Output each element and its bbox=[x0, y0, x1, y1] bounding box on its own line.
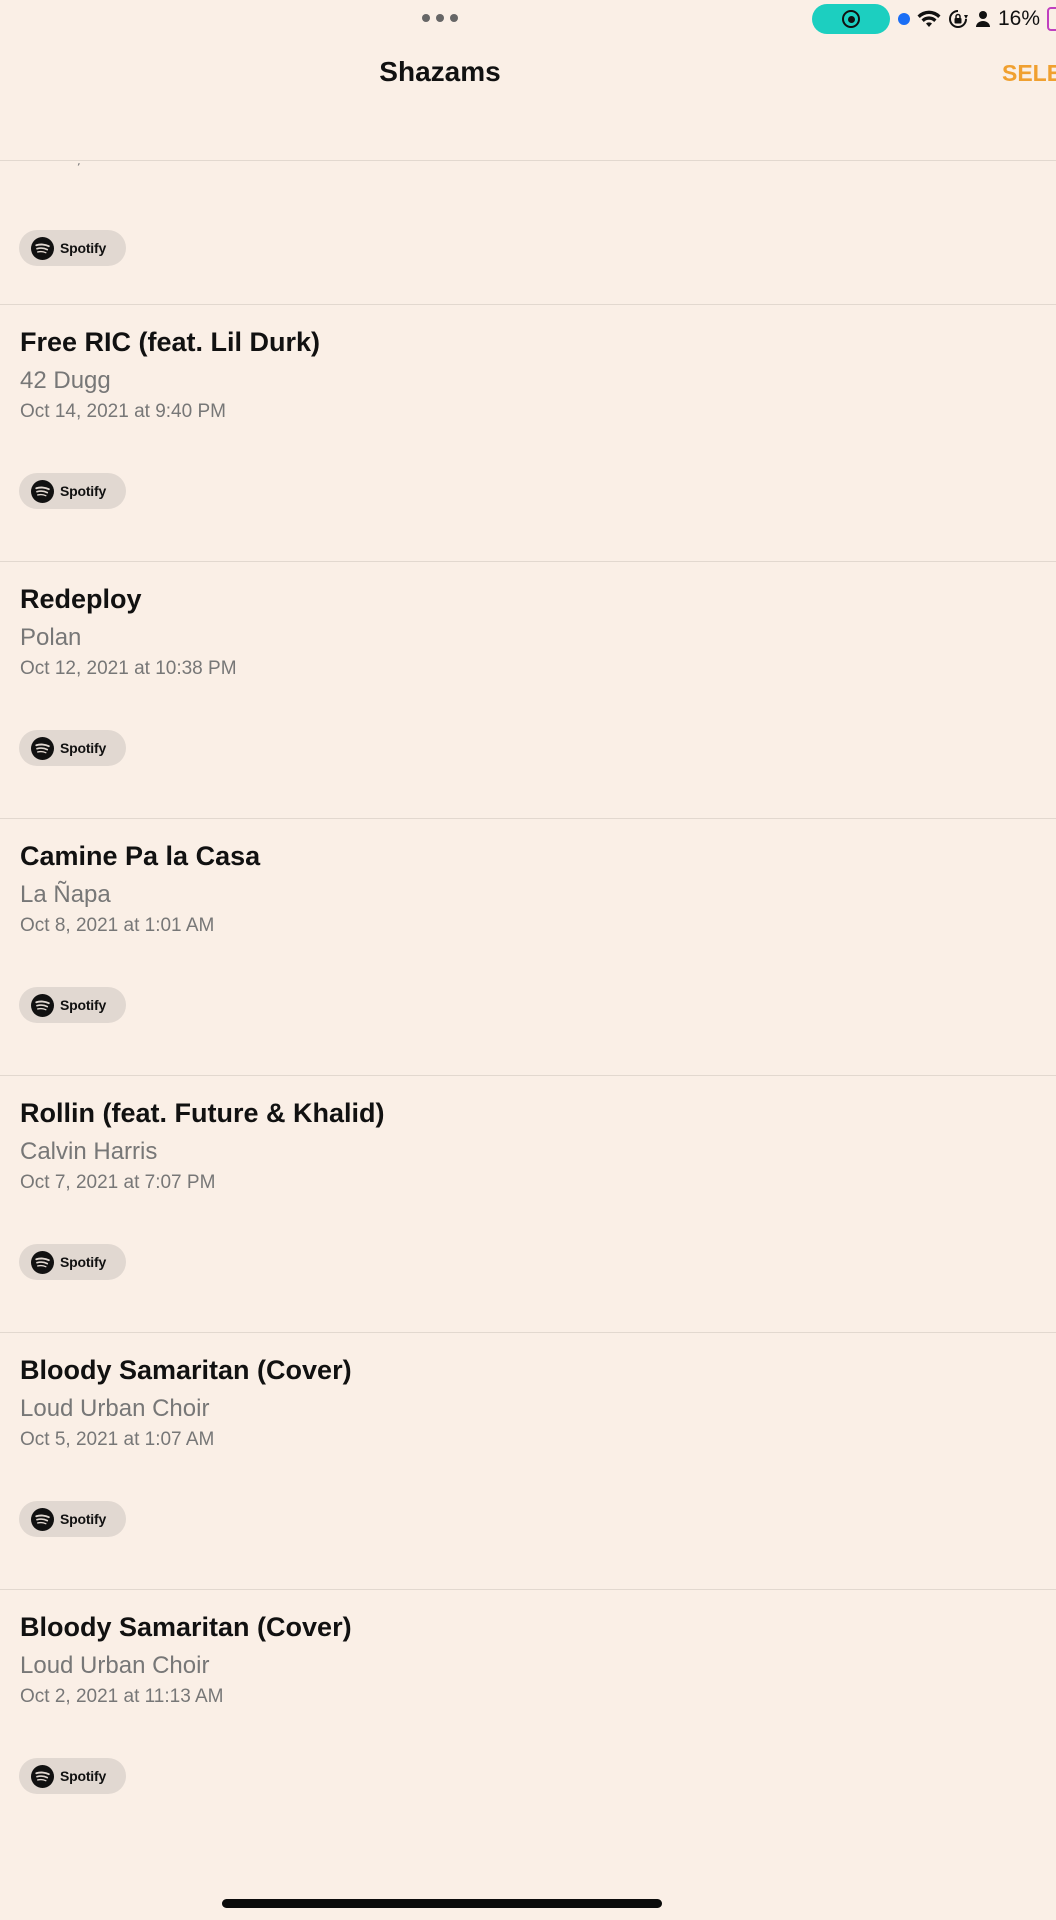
shazam-date: Oct 14, 2021 at 9:40 PM bbox=[20, 401, 226, 422]
song-title: Rollin (feat. Future & Khalid) bbox=[20, 1098, 385, 1128]
status-bar: 16% bbox=[0, 0, 1056, 40]
song-artist: Polan bbox=[20, 624, 82, 651]
list-item[interactable]: Free RIC (feat. Lil Durk) 42 Dugg Oct 14… bbox=[0, 304, 1056, 562]
spotify-button[interactable]: Spotify bbox=[19, 1758, 126, 1794]
spotify-icon bbox=[31, 1764, 54, 1788]
list-item[interactable]: Camine Pa la Casa La Ñapa Oct 8, 2021 at… bbox=[0, 818, 1056, 1076]
spotify-icon bbox=[31, 1250, 54, 1274]
spotify-label: Spotify bbox=[60, 1254, 107, 1270]
spotify-icon bbox=[31, 1507, 54, 1531]
screen-record-indicator[interactable] bbox=[812, 4, 890, 34]
spotify-label: Spotify bbox=[60, 1768, 107, 1784]
spotify-icon bbox=[31, 736, 54, 760]
list-item[interactable]: Bloody Samaritan (Cover) Loud Urban Choi… bbox=[0, 1332, 1056, 1590]
select-button[interactable]: SELECT bbox=[1002, 60, 1056, 87]
spotify-icon bbox=[31, 993, 54, 1017]
shazam-date: Oct 8, 2021 at 1:01 AM bbox=[20, 915, 215, 936]
song-artist: La Ñapa bbox=[20, 881, 111, 908]
multitasking-dots-icon[interactable] bbox=[422, 14, 458, 22]
song-title: Free RIC (feat. Lil Durk) bbox=[20, 327, 321, 357]
battery-percent: 16% bbox=[998, 7, 1041, 30]
shazam-date: Oct 7, 2021 at 7:07 PM bbox=[20, 1172, 216, 1193]
wifi-icon bbox=[917, 10, 941, 27]
spotify-icon bbox=[31, 236, 54, 260]
song-title: Bloody Samaritan (Cover) bbox=[20, 1612, 352, 1642]
shazam-date: Oct 5, 2021 at 1:07 AM bbox=[20, 1429, 215, 1450]
person-icon bbox=[976, 11, 990, 27]
page-title: Shazams bbox=[379, 56, 501, 87]
shazam-date: Oct 2, 2021 at 11:13 AM bbox=[20, 1686, 224, 1707]
spotify-button[interactable]: Spotify bbox=[19, 987, 126, 1023]
song-artist: Loud Urban Choir bbox=[20, 1652, 210, 1679]
list-item[interactable]: Bloody Samaritan (Cover) Loud Urban Choi… bbox=[0, 1589, 1056, 1847]
spotify-label: Spotify bbox=[60, 740, 107, 756]
spotify-button[interactable]: Spotify bbox=[19, 1501, 126, 1537]
status-icons: 16% bbox=[898, 6, 1056, 32]
song-artist: Calvin Harris bbox=[20, 1138, 158, 1165]
spotify-button[interactable]: Spotify bbox=[19, 230, 126, 266]
spotify-button[interactable]: Spotify bbox=[19, 730, 126, 766]
spotify-button[interactable]: Spotify bbox=[19, 473, 126, 509]
spotify-label: Spotify bbox=[60, 240, 107, 256]
song-title: Bloody Samaritan (Cover) bbox=[20, 1355, 352, 1385]
orientation-lock-icon bbox=[949, 10, 968, 28]
spotify-label: Spotify bbox=[60, 997, 107, 1013]
song-title: Redeploy bbox=[20, 584, 142, 614]
song-title: Camine Pa la Casa bbox=[20, 841, 261, 871]
spotify-label: Spotify bbox=[60, 1511, 107, 1527]
list-item[interactable]: Redeploy Polan Oct 12, 2021 at 10:38 PM … bbox=[0, 561, 1056, 819]
spotify-button[interactable]: Spotify bbox=[19, 1244, 126, 1280]
spotify-icon bbox=[31, 479, 54, 503]
song-artist: Loud Urban Choir bbox=[20, 1395, 210, 1422]
shazam-date: Oct 12, 2021 at 10:38 PM bbox=[20, 658, 237, 679]
spotify-label: Spotify bbox=[60, 483, 107, 499]
battery-icon bbox=[1047, 7, 1056, 31]
home-indicator[interactable] bbox=[222, 1899, 662, 1908]
list-item[interactable]: Rollin (feat. Future & Khalid) Calvin Ha… bbox=[0, 1075, 1056, 1333]
song-artist: 42 Dugg bbox=[20, 367, 111, 394]
record-icon bbox=[842, 10, 860, 28]
navigation-bar: Shazams SELECT bbox=[0, 40, 1056, 161]
location-dot-icon bbox=[898, 13, 910, 25]
